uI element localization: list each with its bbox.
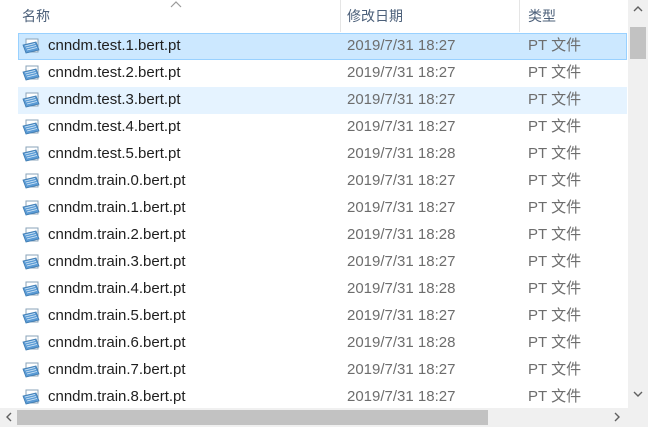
file-name[interactable]: cnndm.test.5.bert.pt xyxy=(48,140,181,167)
file-type: PT 文件 xyxy=(528,91,582,108)
file-type: PT 文件 xyxy=(528,118,582,135)
column-header-bar: 名称 修改日期 类型 xyxy=(0,0,628,32)
file-name[interactable]: cnndm.train.0.bert.pt xyxy=(48,167,186,194)
pt-file-icon xyxy=(22,37,42,55)
file-row[interactable]: cnndm.test.2.bert.pt 2019/7/31 18:27 PT 文件 xyxy=(0,59,628,86)
file-name[interactable]: cnndm.train.1.bert.pt xyxy=(48,194,186,221)
file-date-modified: 2019/7/31 18:27 xyxy=(347,307,456,324)
vertical-scrollbar[interactable] xyxy=(628,0,648,408)
file-date-modified: 2019/7/31 18:27 xyxy=(347,172,456,189)
file-row[interactable]: cnndm.train.3.bert.pt 2019/7/31 18:27 PT 文… xyxy=(0,248,628,275)
file-date-modified: 2019/7/31 18:27 xyxy=(347,199,456,216)
file-date-modified: 2019/7/31 18:27 xyxy=(347,253,456,270)
pt-file-icon xyxy=(22,334,42,352)
file-type: PT 文件 xyxy=(528,64,582,81)
file-row[interactable]: cnndm.test.5.bert.pt 2019/7/31 18:28 PT 文件 xyxy=(0,140,628,167)
file-type: PT 文件 xyxy=(528,37,582,54)
file-row[interactable]: cnndm.test.3.bert.pt 2019/7/31 18:27 PT 文件 xyxy=(0,86,628,114)
file-name[interactable]: cnndm.test.1.bert.pt xyxy=(48,32,181,59)
file-date-modified: 2019/7/31 18:27 xyxy=(347,91,456,108)
scroll-left-arrow-icon[interactable] xyxy=(6,412,12,422)
file-name[interactable]: cnndm.test.2.bert.pt xyxy=(48,59,181,86)
file-type: PT 文件 xyxy=(528,307,582,324)
file-date-modified: 2019/7/31 18:28 xyxy=(347,280,456,297)
file-date-modified: 2019/7/31 18:27 xyxy=(347,118,456,135)
file-row[interactable]: cnndm.train.7.bert.pt 2019/7/31 18:27 PT 文… xyxy=(0,356,628,383)
column-header-date-modified[interactable]: 修改日期 xyxy=(347,0,519,32)
file-type: PT 文件 xyxy=(528,172,582,189)
file-name[interactable]: cnndm.test.3.bert.pt xyxy=(48,86,181,113)
file-name[interactable]: cnndm.train.7.bert.pt xyxy=(48,356,186,383)
file-type: PT 文件 xyxy=(528,226,582,243)
file-date-modified: 2019/7/31 18:27 xyxy=(347,388,456,405)
scrollbar-corner xyxy=(628,408,648,427)
file-row[interactable]: cnndm.train.2.bert.pt 2019/7/31 18:28 PT 文… xyxy=(0,221,628,248)
file-type: PT 文件 xyxy=(528,280,582,297)
pt-file-icon xyxy=(22,118,42,136)
file-type: PT 文件 xyxy=(528,253,582,270)
file-type: PT 文件 xyxy=(528,388,582,405)
column-divider[interactable] xyxy=(519,0,520,32)
pt-file-icon xyxy=(22,307,42,325)
file-row[interactable]: cnndm.train.6.bert.pt 2019/7/31 18:28 PT 文… xyxy=(0,329,628,356)
pt-file-icon xyxy=(22,361,42,379)
vertical-scroll-thumb[interactable] xyxy=(630,27,646,59)
file-row[interactable]: cnndm.train.1.bert.pt 2019/7/31 18:27 PT 文… xyxy=(0,194,628,221)
column-divider[interactable] xyxy=(340,0,341,32)
pt-file-icon xyxy=(22,199,42,217)
file-row[interactable]: cnndm.test.4.bert.pt 2019/7/31 18:27 PT 文件 xyxy=(0,113,628,140)
scroll-down-arrow-icon[interactable] xyxy=(633,391,643,397)
file-row[interactable]: cnndm.test.1.bert.pt 2019/7/31 18:27 PT 文件 xyxy=(0,32,628,60)
pt-file-icon xyxy=(22,64,42,82)
file-row[interactable]: cnndm.train.0.bert.pt 2019/7/31 18:27 PT 文… xyxy=(0,167,628,194)
file-date-modified: 2019/7/31 18:28 xyxy=(347,226,456,243)
file-name[interactable]: cnndm.train.4.bert.pt xyxy=(48,275,186,302)
column-header-name[interactable]: 名称 xyxy=(22,0,340,32)
file-row[interactable]: cnndm.train.4.bert.pt 2019/7/31 18:28 PT 文… xyxy=(0,275,628,302)
file-type: PT 文件 xyxy=(528,361,582,378)
pt-file-icon xyxy=(22,280,42,298)
file-list: cnndm.test.1.bert.pt 2019/7/31 18:27 PT 文件… xyxy=(0,32,628,408)
file-date-modified: 2019/7/31 18:28 xyxy=(347,334,456,351)
column-header-type[interactable]: 类型 xyxy=(528,0,628,32)
file-name[interactable]: cnndm.train.2.bert.pt xyxy=(48,221,186,248)
file-name[interactable]: cnndm.train.3.bert.pt xyxy=(48,248,186,275)
pt-file-icon xyxy=(22,145,42,163)
file-name[interactable]: cnndm.train.8.bert.pt xyxy=(48,383,186,408)
file-date-modified: 2019/7/31 18:28 xyxy=(347,145,456,162)
pt-file-icon xyxy=(22,388,42,406)
scroll-right-arrow-icon[interactable] xyxy=(614,412,620,422)
file-row[interactable]: cnndm.train.5.bert.pt 2019/7/31 18:27 PT 文… xyxy=(0,302,628,329)
pt-file-icon xyxy=(22,226,42,244)
file-row[interactable]: cnndm.train.8.bert.pt 2019/7/31 18:27 PT 文… xyxy=(0,383,628,408)
horizontal-scroll-thumb[interactable] xyxy=(17,410,488,425)
file-date-modified: 2019/7/31 18:27 xyxy=(347,64,456,81)
scroll-up-arrow-icon[interactable] xyxy=(633,6,643,12)
file-name[interactable]: cnndm.train.5.bert.pt xyxy=(48,302,186,329)
file-type: PT 文件 xyxy=(528,199,582,216)
pt-file-icon xyxy=(22,172,42,190)
pt-file-icon xyxy=(22,253,42,271)
file-type: PT 文件 xyxy=(528,334,582,351)
file-explorer-list: 名称 修改日期 类型 cnndm.test.1.bert.pt 2019/7/31… xyxy=(0,0,648,427)
file-type: PT 文件 xyxy=(528,145,582,162)
pt-file-icon xyxy=(22,91,42,109)
file-name[interactable]: cnndm.test.4.bert.pt xyxy=(48,113,181,140)
file-date-modified: 2019/7/31 18:27 xyxy=(347,361,456,378)
file-name[interactable]: cnndm.train.6.bert.pt xyxy=(48,329,186,356)
file-date-modified: 2019/7/31 18:27 xyxy=(347,37,456,54)
horizontal-scrollbar[interactable] xyxy=(0,408,628,427)
